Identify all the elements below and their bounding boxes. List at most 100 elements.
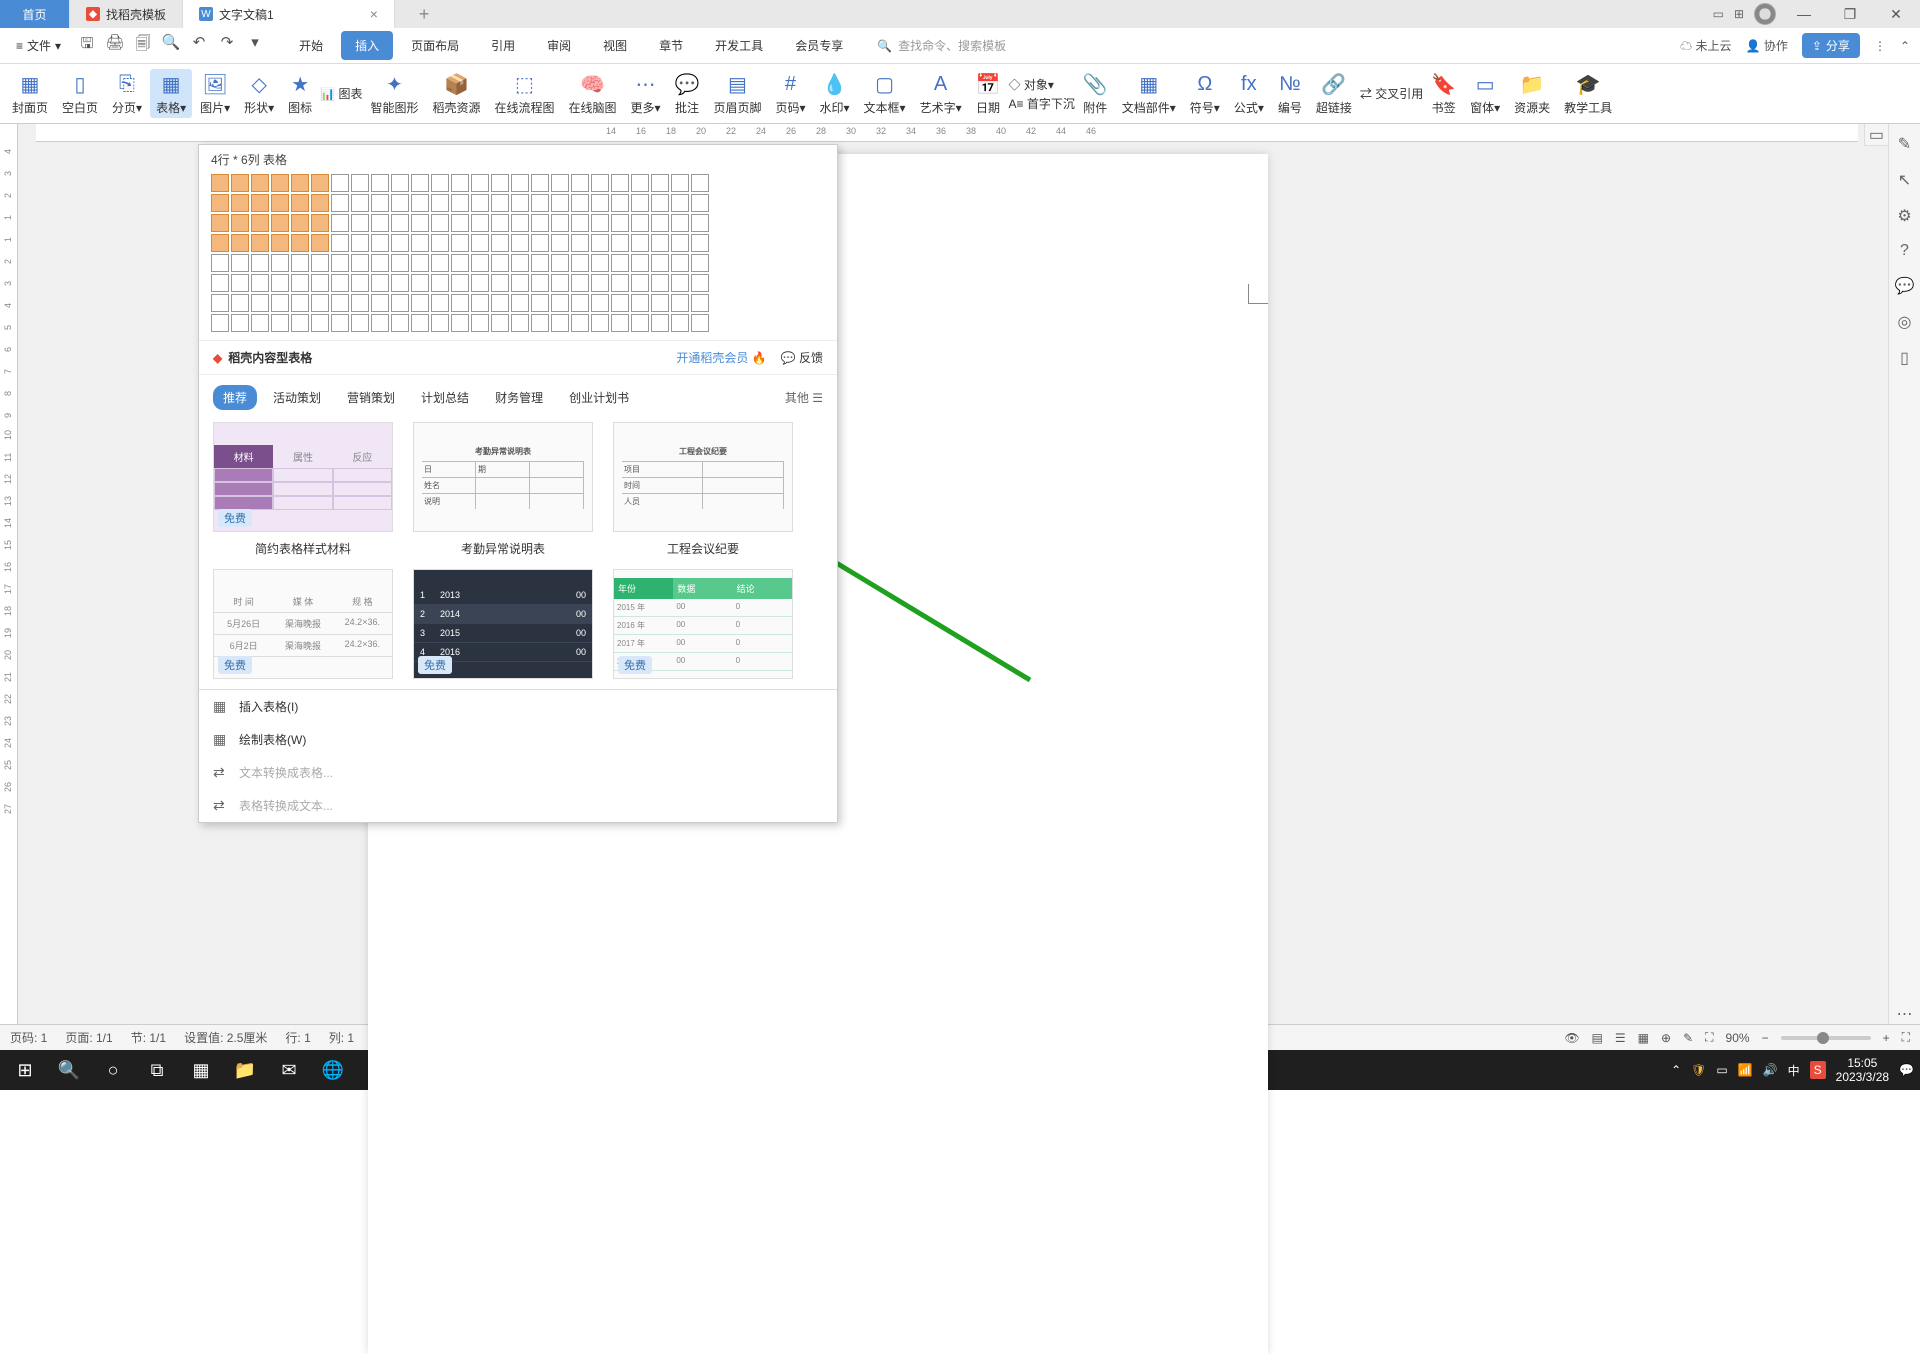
grid-cell[interactable] bbox=[231, 294, 249, 312]
grid-cell[interactable] bbox=[651, 274, 669, 292]
grid-cell[interactable] bbox=[351, 294, 369, 312]
grid-cell[interactable] bbox=[591, 194, 609, 212]
grid-cell[interactable] bbox=[331, 194, 349, 212]
grid-cell[interactable] bbox=[671, 314, 689, 332]
grid-cell[interactable] bbox=[311, 254, 329, 272]
grid-cell[interactable] bbox=[471, 234, 489, 252]
grid-cell[interactable] bbox=[551, 254, 569, 272]
grid-cell[interactable] bbox=[391, 294, 409, 312]
grid-cell[interactable] bbox=[391, 174, 409, 192]
grid-cell[interactable] bbox=[671, 274, 689, 292]
grid-cell[interactable] bbox=[311, 174, 329, 192]
grid-cell[interactable] bbox=[511, 234, 529, 252]
grid-cell[interactable] bbox=[571, 194, 589, 212]
grid-cell[interactable] bbox=[271, 194, 289, 212]
grid-cell[interactable] bbox=[291, 274, 309, 292]
grid-cell[interactable] bbox=[551, 314, 569, 332]
category-2[interactable]: 营销策划 bbox=[337, 385, 405, 410]
grid-cell[interactable] bbox=[471, 274, 489, 292]
grid-cell[interactable] bbox=[671, 254, 689, 272]
grid-cell[interactable] bbox=[211, 174, 229, 192]
grid-cell[interactable] bbox=[411, 294, 429, 312]
grid-cell[interactable] bbox=[411, 174, 429, 192]
grid-cell[interactable] bbox=[311, 214, 329, 232]
grid-cell[interactable] bbox=[211, 314, 229, 332]
grid-cell[interactable] bbox=[491, 234, 509, 252]
grid-cell[interactable] bbox=[611, 174, 629, 192]
grid-cell[interactable] bbox=[411, 214, 429, 232]
grid-cell[interactable] bbox=[231, 274, 249, 292]
grid-cell[interactable] bbox=[471, 294, 489, 312]
grid-cell[interactable] bbox=[451, 294, 469, 312]
grid-cell[interactable] bbox=[531, 294, 549, 312]
grid-cell[interactable] bbox=[631, 254, 649, 272]
grid-cell[interactable] bbox=[531, 314, 549, 332]
grid-cell[interactable] bbox=[371, 254, 389, 272]
grid-cell[interactable] bbox=[571, 234, 589, 252]
grid-cell[interactable] bbox=[211, 274, 229, 292]
grid-cell[interactable] bbox=[451, 274, 469, 292]
grid-cell[interactable] bbox=[611, 274, 629, 292]
grid-cell[interactable] bbox=[671, 174, 689, 192]
grid-cell[interactable] bbox=[551, 214, 569, 232]
grid-cell[interactable] bbox=[471, 174, 489, 192]
grid-cell[interactable] bbox=[671, 194, 689, 212]
grid-cell[interactable] bbox=[471, 194, 489, 212]
grid-cell[interactable] bbox=[251, 314, 269, 332]
grid-cell[interactable] bbox=[271, 174, 289, 192]
template-2[interactable]: 考勤异常说明表 日期 姓名 说明 考勤异常说明表 bbox=[413, 422, 593, 565]
grid-cell[interactable] bbox=[271, 294, 289, 312]
grid-cell[interactable] bbox=[471, 314, 489, 332]
grid-cell[interactable] bbox=[431, 234, 449, 252]
grid-cell[interactable] bbox=[331, 254, 349, 272]
category-4[interactable]: 财务管理 bbox=[485, 385, 553, 410]
grid-cell[interactable] bbox=[451, 194, 469, 212]
grid-cell[interactable] bbox=[391, 274, 409, 292]
grid-cell[interactable] bbox=[271, 214, 289, 232]
grid-cell[interactable] bbox=[651, 214, 669, 232]
grid-cell[interactable] bbox=[231, 174, 249, 192]
grid-cell[interactable] bbox=[251, 274, 269, 292]
grid-cell[interactable] bbox=[291, 234, 309, 252]
table-grid-picker[interactable] bbox=[199, 174, 837, 340]
grid-cell[interactable] bbox=[691, 174, 709, 192]
grid-cell[interactable] bbox=[411, 234, 429, 252]
grid-cell[interactable] bbox=[631, 214, 649, 232]
grid-cell[interactable] bbox=[271, 234, 289, 252]
grid-cell[interactable] bbox=[211, 234, 229, 252]
grid-cell[interactable] bbox=[491, 194, 509, 212]
grid-cell[interactable] bbox=[351, 274, 369, 292]
grid-cell[interactable] bbox=[311, 314, 329, 332]
grid-cell[interactable] bbox=[511, 294, 529, 312]
grid-cell[interactable] bbox=[271, 254, 289, 272]
grid-cell[interactable] bbox=[571, 254, 589, 272]
grid-cell[interactable] bbox=[491, 174, 509, 192]
grid-cell[interactable] bbox=[511, 274, 529, 292]
grid-cell[interactable] bbox=[411, 274, 429, 292]
grid-cell[interactable] bbox=[231, 314, 249, 332]
grid-cell[interactable] bbox=[371, 234, 389, 252]
grid-cell[interactable] bbox=[411, 194, 429, 212]
grid-cell[interactable] bbox=[391, 214, 409, 232]
grid-cell[interactable] bbox=[331, 294, 349, 312]
grid-cell[interactable] bbox=[491, 254, 509, 272]
grid-cell[interactable] bbox=[431, 174, 449, 192]
grid-cell[interactable] bbox=[691, 234, 709, 252]
template-4[interactable]: 时 间媒 体规 格5月26日渠海晚报24.2×36.6月2日渠海晚报24.2×3… bbox=[213, 569, 393, 679]
grid-cell[interactable] bbox=[631, 274, 649, 292]
grid-cell[interactable] bbox=[651, 234, 669, 252]
grid-cell[interactable] bbox=[591, 234, 609, 252]
grid-cell[interactable] bbox=[231, 194, 249, 212]
grid-cell[interactable] bbox=[691, 214, 709, 232]
grid-cell[interactable] bbox=[311, 274, 329, 292]
grid-cell[interactable] bbox=[431, 274, 449, 292]
grid-cell[interactable] bbox=[311, 294, 329, 312]
grid-cell[interactable] bbox=[391, 234, 409, 252]
grid-cell[interactable] bbox=[351, 214, 369, 232]
grid-cell[interactable] bbox=[251, 194, 269, 212]
grid-cell[interactable] bbox=[691, 314, 709, 332]
grid-cell[interactable] bbox=[371, 294, 389, 312]
grid-cell[interactable] bbox=[431, 314, 449, 332]
category-0[interactable]: 推荐 bbox=[213, 385, 257, 410]
grid-cell[interactable] bbox=[271, 274, 289, 292]
